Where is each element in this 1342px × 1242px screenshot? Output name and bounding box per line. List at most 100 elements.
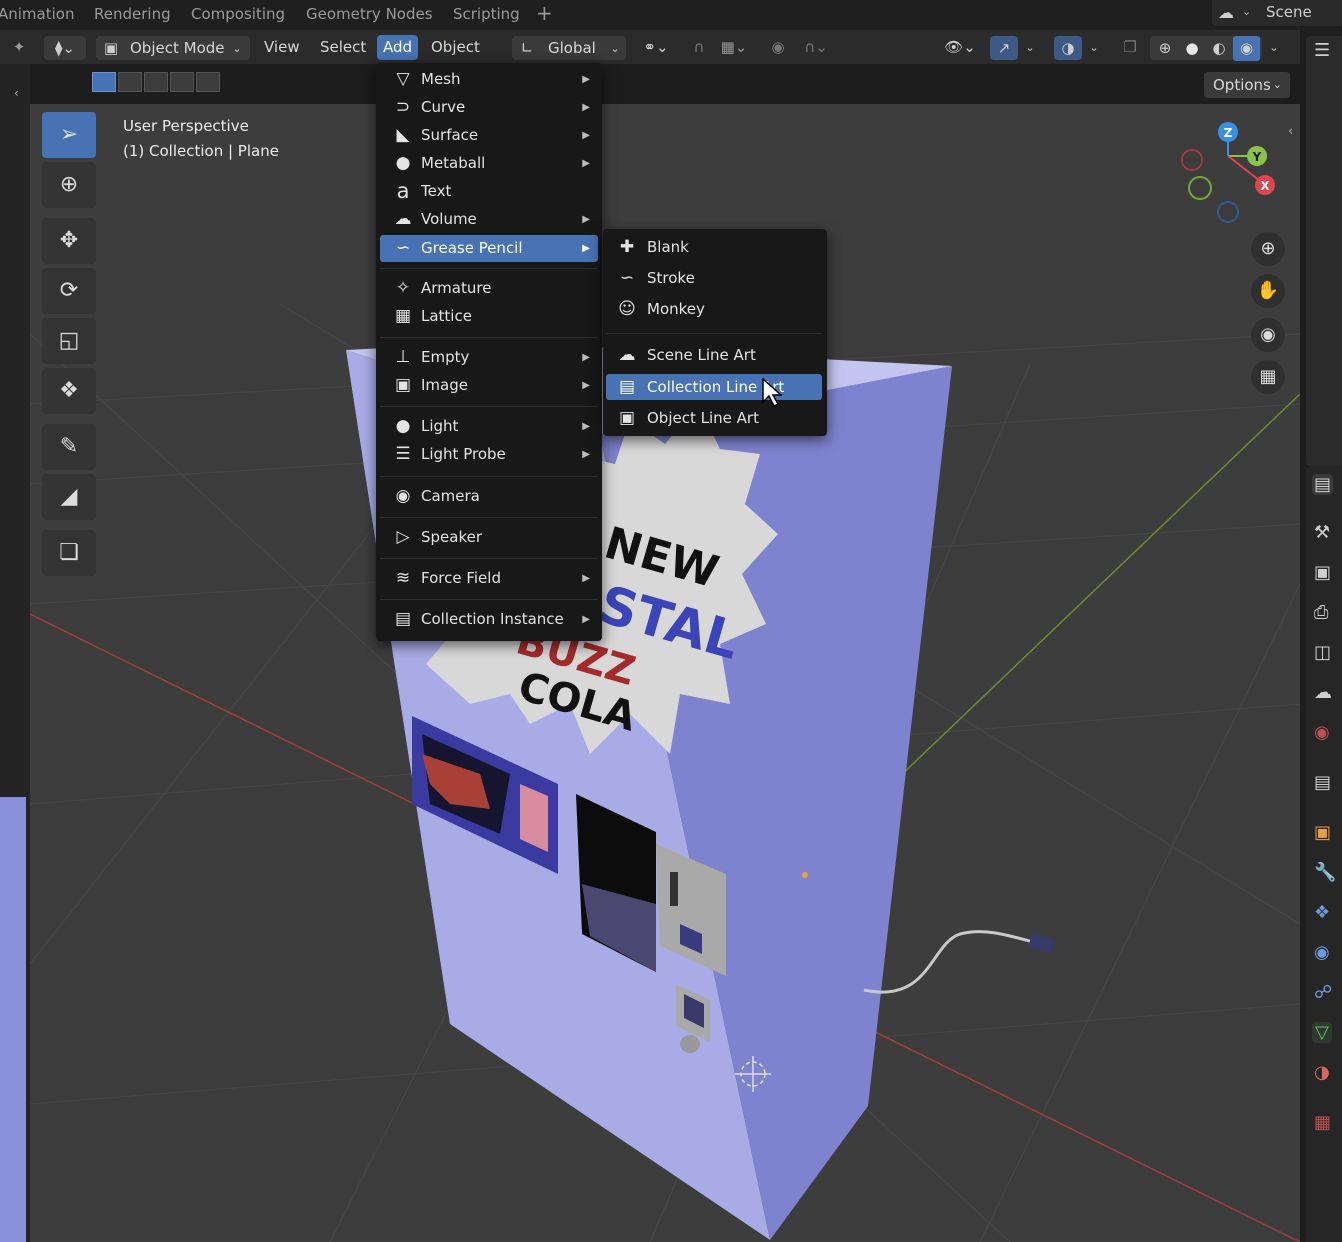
navigation-gizmo[interactable]: Z Y X	[1181, 122, 1275, 223]
perspective-toggle-icon[interactable]: ▦	[1251, 360, 1285, 394]
solid-shading-icon[interactable]: ●	[1179, 36, 1205, 61]
submenu-item-monkey[interactable]: ☺ Monkey	[606, 296, 822, 322]
menu-item-text[interactable]: a Text	[380, 178, 598, 205]
menu-item-armature[interactable]: ✧ Armature	[380, 275, 598, 302]
pivot-point-icon[interactable]: ⚭⌄	[636, 35, 676, 60]
submenu-item-object-line-art[interactable]: ▣ Object Line Art	[606, 405, 822, 431]
menu-item-light[interactable]: ● Light ▶	[380, 413, 598, 440]
object-menu[interactable]: Object	[425, 35, 486, 60]
snap-target-icon[interactable]: ▦⌄	[714, 35, 754, 60]
transform-orientation-selector[interactable]: ∟ Global ⌄	[512, 36, 626, 60]
measure-tool-icon[interactable]: ◢	[42, 474, 96, 520]
tab-compositing[interactable]: Compositing	[191, 5, 285, 23]
select-box-tool-icon[interactable]: ➢	[42, 112, 96, 158]
xray-icon[interactable]: ❐	[1118, 35, 1142, 60]
snap-icon[interactable]: ∩	[684, 35, 714, 60]
options-dropdown[interactable]: Options ⌄	[1204, 72, 1290, 98]
select-new-icon[interactable]	[92, 72, 116, 92]
material-icon[interactable]: ◑	[1314, 1062, 1330, 1083]
select-extend-icon[interactable]	[118, 72, 142, 92]
zoom-icon[interactable]: ⊕	[1251, 232, 1285, 266]
menu-item-collection-instance[interactable]: ▤ Collection Instance ▶	[380, 606, 598, 633]
menu-item-camera[interactable]: ◉ Camera	[380, 483, 598, 510]
collection-icon[interactable]: ▤	[1314, 772, 1331, 793]
data-icon[interactable]: ▽	[1312, 1022, 1332, 1043]
menu-item-grease-pencil[interactable]: ∽ Grease Pencil ▶	[380, 235, 598, 262]
properties-tabs: ▤ ⚒ ▣ ⎙ ◫ ☁ ◉ ▤ ▣ 🔧 ❖ ◉ ☍ ▽ ◑ ▦	[1306, 466, 1342, 1242]
camera-view-icon[interactable]: ◉	[1251, 318, 1285, 352]
add-menu[interactable]: Add	[377, 35, 419, 60]
pin-icon[interactable]: ✦	[8, 35, 30, 60]
submenu-item-collection-line-art[interactable]: ▤ Collection Line Art	[606, 374, 822, 400]
menu-item-force-field[interactable]: ≋ Force Field ▶	[380, 565, 598, 592]
select-menu[interactable]: Select	[314, 35, 372, 60]
falloff-icon[interactable]: ∩⌄	[796, 35, 836, 60]
view-menu[interactable]: View	[258, 35, 306, 60]
modifier-icon[interactable]: 🔧	[1314, 862, 1336, 883]
particles-icon[interactable]: ❖	[1314, 902, 1330, 923]
menu-item-curve[interactable]: ⊃ Curve ▶	[380, 94, 598, 121]
render-icon[interactable]: ▣	[1314, 562, 1331, 583]
physics-icon[interactable]: ◉	[1314, 942, 1330, 963]
menu-item-surface[interactable]: ◣ Surface ▶	[380, 122, 598, 149]
cursor-tool-icon[interactable]: ⊕	[42, 162, 96, 208]
tab-rendering[interactable]: Rendering	[94, 5, 171, 23]
add-workspace-button[interactable]: +	[536, 1, 553, 25]
rotate-tool-icon[interactable]: ⟳	[42, 268, 96, 314]
orientation-label: Global	[548, 39, 596, 57]
tool-tab-icon[interactable]: ▤	[1312, 474, 1334, 495]
menu-item-lattice[interactable]: ▦ Lattice	[380, 303, 598, 330]
material-shading-icon[interactable]: ◐	[1206, 36, 1232, 61]
menu-item-empty[interactable]: ⊥ Empty ▶	[380, 344, 598, 371]
tab-scripting[interactable]: Scripting	[453, 5, 520, 23]
menu-item-label: Force Field	[421, 569, 501, 587]
annotate-tool-icon[interactable]: ✎	[42, 424, 96, 470]
view-layer-icon[interactable]: ◫	[1314, 642, 1331, 663]
texture-icon[interactable]: ▦	[1314, 1112, 1331, 1133]
tab-animation[interactable]: Animation	[0, 5, 74, 23]
submenu-item-stroke[interactable]: ∽ Stroke	[606, 265, 822, 291]
monkey-icon: ☺	[618, 299, 636, 319]
gizmo-toggle[interactable]: ↗	[990, 36, 1018, 60]
tool-settings-icon[interactable]: ⚒	[1314, 522, 1330, 543]
overlay-toggle[interactable]: ◑	[1054, 36, 1082, 60]
menu-item-light-probe[interactable]: ☰ Light Probe ▶	[380, 441, 598, 468]
submenu-item-blank[interactable]: ✚ Blank	[606, 234, 822, 260]
scene-selector[interactable]: ☁ ⌄ Scene	[1212, 0, 1342, 26]
mode-selector[interactable]: ▣ Object Mode ⌄	[96, 36, 250, 60]
select-intersect-icon[interactable]	[196, 72, 220, 92]
chevron-down-icon[interactable]: ⌄	[1020, 35, 1040, 60]
menu-item-label: Speaker	[421, 528, 483, 546]
proportional-edit-icon[interactable]: ◉	[766, 35, 790, 60]
add-cube-tool-icon[interactable]: ❏	[42, 530, 96, 576]
select-subtract-icon[interactable]	[144, 72, 168, 92]
outliner-icon[interactable]: ☰	[1314, 40, 1330, 61]
chevron-left-icon[interactable]: ‹	[1288, 124, 1293, 139]
menu-item-label: Metaball	[421, 154, 486, 172]
menu-item-volume[interactable]: ☁ Volume ▶	[380, 206, 598, 233]
editor-type-selector[interactable]: ⧫⌄	[44, 36, 86, 60]
menu-item-mesh[interactable]: ▽ Mesh ▶	[380, 66, 598, 93]
chevron-down-icon[interactable]: ⌄	[1264, 35, 1284, 60]
submenu-item-scene-line-art[interactable]: ☁ Scene Line Art	[606, 342, 822, 368]
output-icon[interactable]: ⎙	[1314, 602, 1328, 623]
properties-sidebar: ☰ ▤ ⚒ ▣ ⎙ ◫ ☁ ◉ ▤ ▣ 🔧 ❖ ◉ ☍ ▽ ◑ ▦	[1300, 30, 1342, 1242]
tab-geometry-nodes[interactable]: Geometry Nodes	[306, 5, 433, 23]
chevron-left-icon[interactable]: ‹	[14, 86, 19, 100]
select-invert-icon[interactable]	[170, 72, 194, 92]
menu-item-image[interactable]: ▣ Image ▶	[380, 372, 598, 399]
pan-hand-icon[interactable]: ✋	[1251, 274, 1285, 308]
wireframe-shading-icon[interactable]: ⊕	[1152, 36, 1178, 61]
transform-tool-icon[interactable]: ❖	[42, 368, 96, 414]
chevron-down-icon[interactable]: ⌄	[1084, 35, 1104, 60]
rendered-shading-icon[interactable]: ◉	[1233, 36, 1260, 61]
menu-item-speaker[interactable]: ▷ Speaker	[380, 524, 598, 551]
visibility-icon[interactable]: 👁⌄	[938, 35, 982, 60]
scene-props-icon[interactable]: ☁	[1314, 682, 1332, 703]
constraints-icon[interactable]: ☍	[1314, 982, 1332, 1003]
menu-item-metaball[interactable]: ● Metaball ▶	[380, 150, 598, 177]
object-icon[interactable]: ▣	[1314, 822, 1331, 843]
move-tool-icon[interactable]: ✥	[42, 218, 96, 264]
scale-tool-icon[interactable]: ◱	[42, 318, 96, 364]
world-icon[interactable]: ◉	[1314, 722, 1330, 743]
